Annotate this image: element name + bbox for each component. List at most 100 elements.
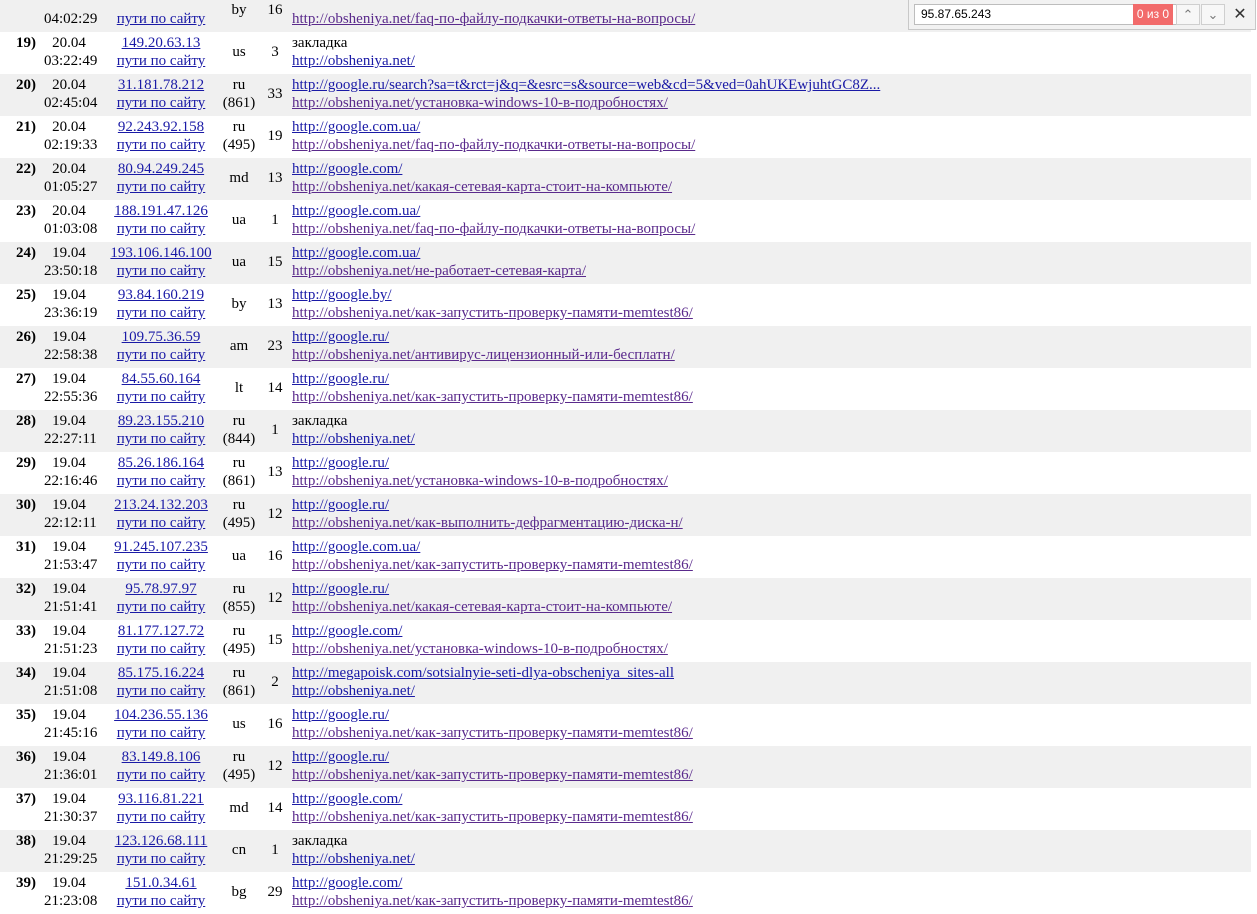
country-code: bg	[231, 884, 247, 900]
ip-link[interactable]: 83.149.8.106	[104, 749, 218, 766]
ip-link[interactable]: 213.24.132.203	[104, 497, 218, 514]
table-row: 24) 19.04 23:50:18 193.106.146.100 пути по с…	[0, 242, 1251, 284]
site-path-link[interactable]: пути по сайту	[104, 599, 218, 616]
landing-page-link[interactable]: http://obsheniya.net/как-запустить-прове…	[292, 305, 693, 322]
site-path-link[interactable]: пути по сайту	[104, 347, 218, 364]
landing-page-link[interactable]: http://obsheniya.net/установка-windows-1…	[292, 473, 668, 490]
ip-link[interactable]: 93.84.160.219	[104, 287, 218, 304]
landing-page-link[interactable]: http://obsheniya.net/как-запустить-прове…	[292, 389, 693, 406]
landing-page-link[interactable]: http://obsheniya.net/как-запустить-прове…	[292, 809, 693, 826]
site-path-link[interactable]: пути по сайту	[104, 305, 218, 322]
landing-page-link[interactable]: http://obsheniya.net/не-работает-сетевая…	[292, 263, 586, 280]
ip-link[interactable]: 31.181.78.212	[104, 77, 218, 94]
landing-page-link[interactable]: http://obsheniya.net/как-запустить-прове…	[292, 557, 693, 574]
referrer[interactable]: http://google.com/	[292, 623, 402, 640]
visit-time: 22:16:46	[44, 473, 98, 489]
ip-link[interactable]: 85.175.16.224	[104, 665, 218, 682]
site-path-link[interactable]: пути по сайту	[104, 179, 218, 196]
landing-page-link[interactable]: http://obsheniya.net/антивирус-лицензион…	[292, 347, 675, 364]
referrer[interactable]: http://google.ru/	[292, 749, 389, 766]
landing-page-link[interactable]: http://obsheniya.net/как-выполнить-дефра…	[292, 515, 683, 532]
ip-link[interactable]: 188.191.47.126	[104, 203, 218, 220]
landing-page-link[interactable]: http://obsheniya.net/faq-по-файлу-подкач…	[292, 221, 695, 238]
country-code: us	[232, 44, 246, 60]
site-path-link[interactable]: пути по сайту	[104, 53, 218, 70]
referrer[interactable]: http://google.com.ua/	[292, 203, 420, 220]
referrer[interactable]: http://google.ru/	[292, 581, 389, 598]
landing-page-link[interactable]: http://obsheniya.net/	[292, 683, 415, 700]
ip-link[interactable]: 104.236.55.136	[104, 707, 218, 724]
visit-count: 19	[267, 128, 283, 144]
landing-page-link[interactable]: http://obsheniya.net/	[292, 431, 415, 448]
referrer[interactable]: http://google.com/	[292, 791, 402, 808]
referrer[interactable]: http://google.ru/	[292, 371, 389, 388]
ip-link[interactable]: 89.23.155.210	[104, 413, 218, 430]
table-row: 21) 20.04 02:19:33 92.243.92.158 пути по сай…	[0, 116, 1251, 158]
site-path-link[interactable]: пути по сайту	[104, 95, 218, 112]
area-code: (861)	[222, 683, 256, 699]
visit-count: 16	[267, 716, 283, 732]
site-path-link[interactable]: пути по сайту	[104, 263, 218, 280]
ip-link[interactable]: 151.0.34.61	[104, 875, 218, 892]
referrer[interactable]: http://google.com.ua/	[292, 245, 420, 262]
referrer[interactable]: http://google.ru/	[292, 455, 389, 472]
ip-link[interactable]: 81.177.127.72	[104, 623, 218, 640]
site-path-link[interactable]: пути по сайту	[104, 851, 218, 868]
site-path-link[interactable]: пути по сайту	[104, 809, 218, 826]
site-path-link[interactable]: пути по сайту	[104, 641, 218, 658]
site-path-link[interactable]: пути по сайту	[104, 557, 218, 574]
visit-date: 19.04	[52, 329, 86, 345]
referrer[interactable]: http://google.ru/search?sa=t&rct=j&q=&es…	[292, 77, 880, 94]
site-path-link[interactable]: пути по сайту	[104, 473, 218, 490]
close-icon[interactable]: ✕	[1229, 4, 1251, 25]
ip-link[interactable]: 84.55.60.164	[104, 371, 218, 388]
site-path-link[interactable]: пути по сайту	[104, 431, 218, 448]
referrer[interactable]: http://google.ru/	[292, 707, 389, 724]
site-path-link[interactable]: пути по сайту	[104, 221, 218, 238]
ip-link[interactable]: 92.243.92.158	[104, 119, 218, 136]
landing-page-link[interactable]: http://obsheniya.net/	[292, 851, 415, 868]
site-path-link[interactable]: пути по сайту	[104, 137, 218, 154]
referrer[interactable]: http://google.by/	[292, 287, 392, 304]
landing-page-link[interactable]: http://obsheniya.net/какая-сетевая-карта…	[292, 599, 672, 616]
visit-time: 22:12:11	[44, 515, 97, 531]
ip-link[interactable]: 193.106.146.100	[104, 245, 218, 262]
chevron-up-icon[interactable]: ⌃	[1176, 4, 1200, 25]
site-path-link[interactable]: пути по сайту	[104, 389, 218, 406]
referrer[interactable]: http://google.com/	[292, 161, 402, 178]
landing-page-link[interactable]: http://obsheniya.net/как-запустить-прове…	[292, 725, 693, 742]
landing-page-link[interactable]: http://obsheniya.net/как-запустить-прове…	[292, 767, 693, 784]
country-code: ru	[232, 581, 246, 597]
landing-page-link[interactable]: http://obsheniya.net/какая-сетевая-карта…	[292, 179, 672, 196]
site-path-link[interactable]: пути по сайту	[104, 11, 218, 28]
referrer[interactable]: http://google.com/	[292, 875, 402, 892]
row-number: 19)	[16, 35, 36, 51]
country-code: lt	[234, 380, 244, 396]
referrer[interactable]: http://google.com.ua/	[292, 539, 420, 556]
ip-link[interactable]: 93.116.81.221	[104, 791, 218, 808]
ip-link[interactable]: 123.126.68.111	[104, 833, 218, 850]
ip-link[interactable]: 85.26.186.164	[104, 455, 218, 472]
site-path-link[interactable]: пути по сайту	[104, 767, 218, 784]
row-number: 24)	[16, 245, 36, 261]
referrer[interactable]: http://megapoisk.com/sotsialnyie-seti-dl…	[292, 665, 674, 682]
ip-link[interactable]: 91.245.107.235	[104, 539, 218, 556]
ip-link[interactable]: 95.78.97.97	[104, 581, 218, 598]
site-path-link[interactable]: пути по сайту	[104, 725, 218, 742]
ip-link[interactable]: 109.75.36.59	[104, 329, 218, 346]
referrer[interactable]: http://google.ru/	[292, 329, 389, 346]
referrer[interactable]: http://google.ru/	[292, 497, 389, 514]
chevron-down-icon[interactable]: ⌄	[1201, 4, 1225, 25]
landing-page-link[interactable]: http://obsheniya.net/установка-windows-1…	[292, 95, 668, 112]
site-path-link[interactable]: пути по сайту	[104, 683, 218, 700]
visit-date: 19.04	[52, 497, 86, 513]
landing-page-link[interactable]: http://obsheniya.net/установка-windows-1…	[292, 641, 668, 658]
ip-link[interactable]: 80.94.249.245	[104, 161, 218, 178]
landing-page-link[interactable]: http://obsheniya.net/	[292, 53, 415, 70]
referrer[interactable]: http://google.com.ua/	[292, 119, 420, 136]
landing-page-link[interactable]: http://obsheniya.net/faq-по-файлу-подкач…	[292, 137, 695, 154]
landing-page-link[interactable]: http://obsheniya.net/faq-по-файлу-подкач…	[292, 11, 695, 28]
visit-count: 33	[267, 86, 283, 102]
ip-link[interactable]: 149.20.63.13	[104, 35, 218, 52]
site-path-link[interactable]: пути по сайту	[104, 515, 218, 532]
